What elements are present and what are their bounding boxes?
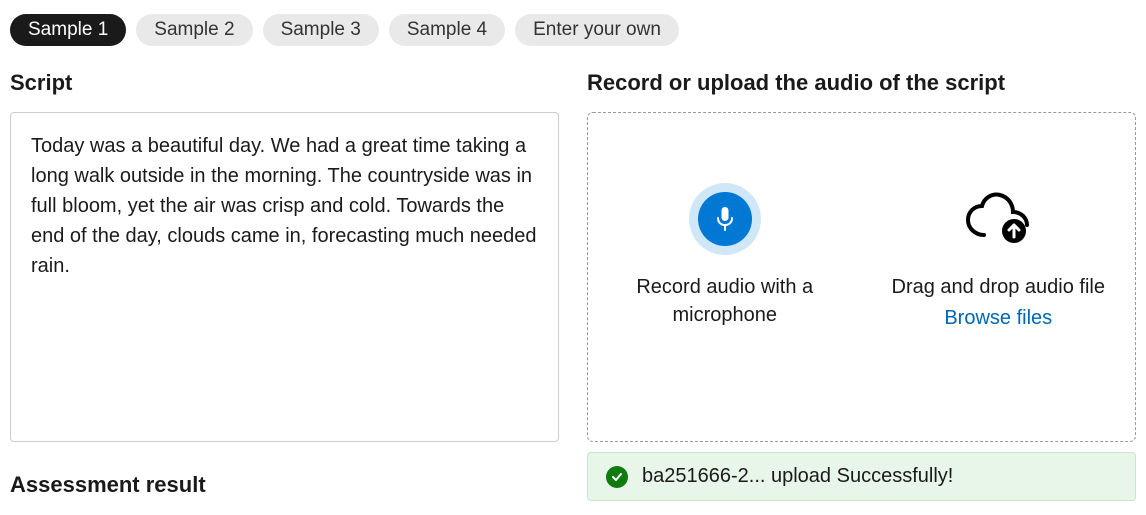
- cloud-upload-icon: [964, 191, 1032, 247]
- sample-tabs: Sample 1 Sample 2 Sample 3 Sample 4 Ente…: [10, 14, 1136, 46]
- record-mic-panel: Record audio with a microphone: [588, 123, 862, 431]
- upload-area[interactable]: Record audio with a microphone Drag and …: [587, 112, 1136, 442]
- assessment-heading: Assessment result: [10, 472, 559, 498]
- script-heading: Script: [10, 70, 559, 96]
- script-textarea[interactable]: Today was a beautiful day. We had a grea…: [10, 112, 559, 442]
- script-column: Script Today was a beautiful day. We had…: [10, 70, 559, 501]
- tab-sample-4[interactable]: Sample 4: [389, 14, 505, 46]
- tab-sample-2[interactable]: Sample 2: [136, 14, 252, 46]
- browse-files-link[interactable]: Browse files: [944, 307, 1052, 330]
- record-mic-label: Record audio with a microphone: [612, 273, 838, 329]
- success-icon: [606, 466, 628, 488]
- upload-file-panel: Drag and drop audio file Browse files: [862, 123, 1136, 431]
- upload-status-text: ba251666-2... upload Successfully!: [642, 465, 953, 488]
- record-button[interactable]: [689, 183, 761, 255]
- upload-status: ba251666-2... upload Successfully!: [587, 452, 1136, 501]
- tab-enter-your-own[interactable]: Enter your own: [515, 14, 679, 46]
- drop-file-label: Drag and drop audio file: [892, 273, 1105, 301]
- record-heading: Record or upload the audio of the script: [587, 70, 1136, 96]
- tab-sample-1[interactable]: Sample 1: [10, 14, 126, 46]
- record-column: Record or upload the audio of the script…: [587, 70, 1136, 501]
- microphone-icon: [713, 206, 737, 232]
- tab-sample-3[interactable]: Sample 3: [263, 14, 379, 46]
